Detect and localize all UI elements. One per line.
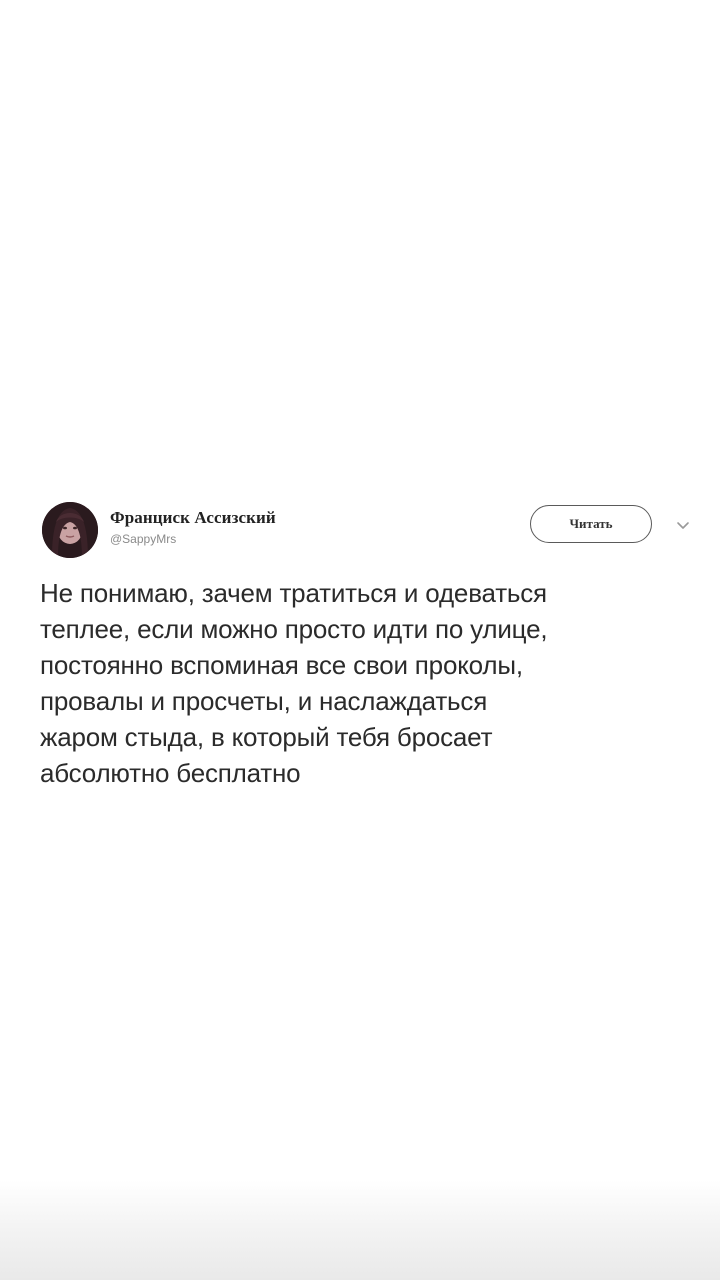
chevron-down-icon[interactable] [676, 518, 690, 529]
profile-photo-icon [42, 502, 98, 558]
avatar[interactable] [42, 502, 98, 558]
tweet-text: Не понимаю, зачем тратиться и одеваться … [40, 578, 548, 788]
author-name[interactable]: Франциск Ассизский [110, 508, 276, 528]
tweet-card: Франциск Ассизский @SappyMrs Читать Не п… [0, 496, 720, 816]
screenshot-background: Франциск Ассизский @SappyMrs Читать Не п… [0, 0, 720, 1280]
author-handle[interactable]: @SappyMrs [110, 532, 176, 546]
follow-button[interactable]: Читать [530, 505, 652, 543]
